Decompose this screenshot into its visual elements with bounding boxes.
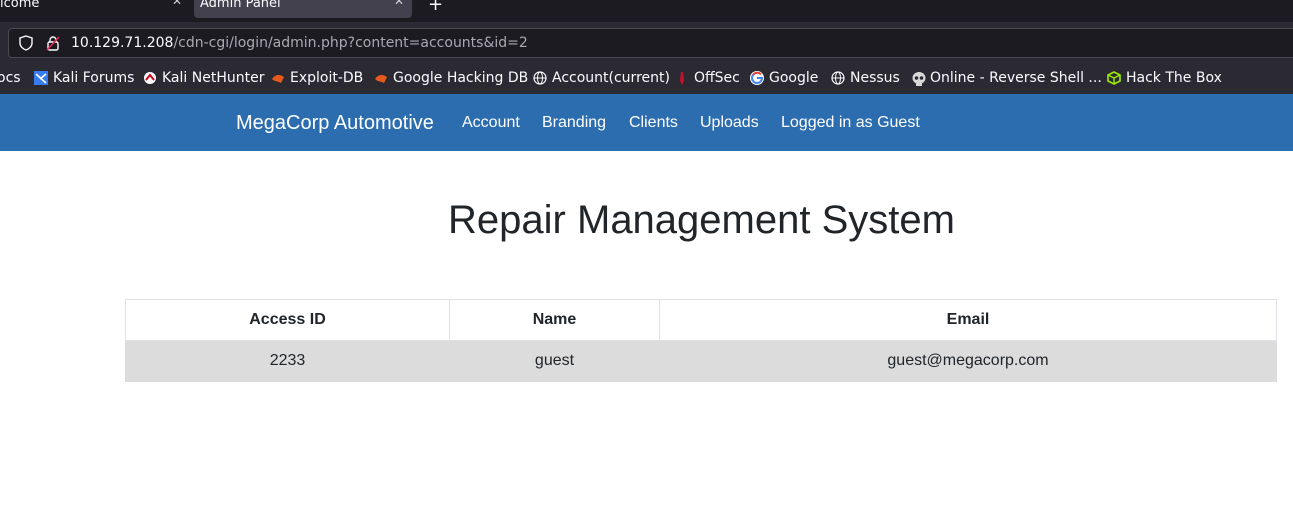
bookmark-exploit-db[interactable]: Exploit-DB (271, 70, 363, 86)
offsec-icon (675, 71, 689, 85)
tab-admin-panel[interactable]: Admin Panel ✕ (194, 0, 412, 18)
browser-toolbar: 10.129.71.208/cdn-cgi/login/admin.php?co… (0, 22, 1293, 64)
url-bar[interactable]: 10.129.71.208/cdn-cgi/login/admin.php?co… (8, 28, 1293, 58)
bookmark-label: ocs (0, 70, 21, 86)
exploit-db-icon (271, 71, 285, 85)
column-header-email: Email (659, 299, 1277, 341)
bookmark-label: Google Hacking DB (393, 70, 529, 86)
bookmark-label: Google (769, 70, 819, 86)
cell-name: guest (449, 340, 660, 382)
bookmark-docs[interactable]: ocs (0, 70, 21, 86)
bookmark-label: Nessus (850, 70, 900, 86)
bookmark-hack-the-box[interactable]: Hack The Box (1107, 70, 1222, 86)
url-text[interactable]: 10.129.71.208/cdn-cgi/login/admin.php?co… (71, 35, 528, 51)
bookmark-label: Exploit-DB (290, 70, 364, 86)
column-header-name: Name (449, 299, 660, 341)
bookmark-account-current[interactable]: Account(current) (533, 70, 670, 86)
tab-title: Admin Panel (200, 0, 281, 11)
tab-welcome[interactable]: lcome ✕ (0, 0, 190, 18)
insecure-lock-icon[interactable] (45, 35, 61, 55)
bookmark-label: OffSec (694, 70, 740, 86)
table-row: 2233 guest guest@megacorp.com (125, 340, 1277, 382)
brand-link[interactable]: MegaCorp Automotive (236, 112, 434, 135)
tab-title: lcome (0, 0, 40, 11)
bookmark-label: Kali NetHunter (162, 70, 265, 86)
bookmark-label: Kali Forums (53, 70, 135, 86)
nav-logged-in-as[interactable]: Logged in as Guest (781, 114, 920, 132)
browser-tab-strip: lcome ✕ Admin Panel ✕ + (0, 0, 1293, 22)
cell-email: guest@megacorp.com (659, 340, 1277, 382)
nav-clients[interactable]: Clients (629, 114, 678, 132)
url-path: /cdn-cgi/login/admin.php?content=account… (173, 35, 528, 51)
exploit-db-icon (374, 71, 388, 85)
google-icon (750, 71, 764, 85)
close-icon[interactable]: ✕ (172, 0, 182, 7)
shield-icon[interactable] (18, 35, 34, 55)
column-header-access-id: Access ID (125, 299, 450, 341)
bookmark-kali-forums[interactable]: Kali Forums (34, 70, 134, 86)
page-title: Repair Management System (448, 198, 955, 242)
close-icon[interactable]: ✕ (394, 0, 404, 7)
globe-icon (533, 71, 547, 85)
kali-icon (34, 71, 48, 85)
bookmark-label: Online - Reverse Shell ... (930, 70, 1102, 86)
bookmarks-bar: ocs Kali Forums Kali NetHunter Exploit-D… (0, 64, 1293, 94)
bookmark-reverse-shell[interactable]: Online - Reverse Shell ... (911, 70, 1102, 86)
table-header-row: Access ID Name Email (125, 299, 1277, 341)
bookmark-offsec[interactable]: OffSec (675, 70, 740, 86)
globe-icon (831, 71, 845, 85)
bookmark-label: Account(current) (552, 70, 670, 86)
cell-access-id: 2233 (125, 340, 450, 382)
bookmark-google-hacking-db[interactable]: Google Hacking DB (374, 70, 528, 86)
nav-branding[interactable]: Branding (542, 114, 606, 132)
htb-icon (1107, 71, 1121, 85)
bookmark-google[interactable]: Google (750, 70, 818, 86)
app-navbar: MegaCorp Automotive Account Branding Cli… (0, 94, 1293, 151)
nethunter-icon (143, 71, 157, 85)
nav-uploads[interactable]: Uploads (700, 114, 759, 132)
new-tab-button[interactable]: + (428, 0, 443, 15)
url-host: 10.129.71.208 (71, 35, 174, 51)
bookmark-label: Hack The Box (1126, 70, 1222, 86)
skull-icon (911, 71, 926, 86)
bookmark-kali-nethunter[interactable]: Kali NetHunter (143, 70, 264, 86)
bookmark-nessus[interactable]: Nessus (831, 70, 900, 86)
nav-account[interactable]: Account (462, 114, 520, 132)
accounts-table: Access ID Name Email 2233 guest guest@me… (125, 299, 1277, 382)
